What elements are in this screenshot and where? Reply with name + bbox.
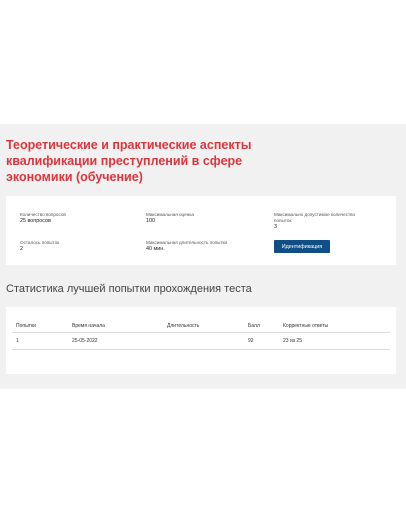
course-title: Теоретические и практические аспекты ква… bbox=[6, 138, 252, 184]
max-score-value: 100 bbox=[146, 218, 155, 224]
identification-button[interactable]: Идентификация bbox=[274, 240, 330, 253]
max-duration-value: 40 мин. bbox=[146, 246, 165, 252]
stats-table: Попытки Время начала Длительность Балл К… bbox=[6, 307, 396, 374]
row-divider bbox=[12, 349, 390, 350]
row-score-cell: 92 bbox=[248, 338, 254, 344]
row-attempt-cell: 1 bbox=[16, 338, 19, 344]
stats-title: Статистика лучшей попытки прохождения те… bbox=[6, 283, 252, 295]
column-header-attempts: Попытки bbox=[16, 323, 36, 329]
column-header-duration: Длительность bbox=[167, 323, 200, 329]
remaining-attempts-value: 2 bbox=[20, 246, 23, 252]
column-header-score: Балл bbox=[248, 323, 260, 329]
questions-count-label: Количество вопросов bbox=[20, 212, 66, 217]
max-attempts-label: Максимально допустимое количество попыто… bbox=[274, 212, 356, 223]
test-info-card: Количество вопросов 25 вопросов Максимал… bbox=[6, 196, 396, 265]
row-start-time-cell: 25-05-2022 bbox=[72, 338, 98, 344]
column-header-correct-answers: Корректные ответы bbox=[283, 323, 329, 329]
header-divider bbox=[12, 332, 390, 333]
max-attempts-value: 3 bbox=[274, 224, 277, 230]
questions-count-value: 25 вопросов bbox=[20, 218, 51, 224]
max-duration-label: Максимальная длительность попытки bbox=[146, 240, 228, 245]
remaining-attempts-label: Осталось попыток bbox=[20, 240, 60, 245]
column-header-start-time: Время начала bbox=[72, 323, 105, 329]
row-correct-answers-cell: 23 из 25 bbox=[283, 338, 302, 344]
max-score-label: Максимальная оценка bbox=[146, 212, 194, 217]
